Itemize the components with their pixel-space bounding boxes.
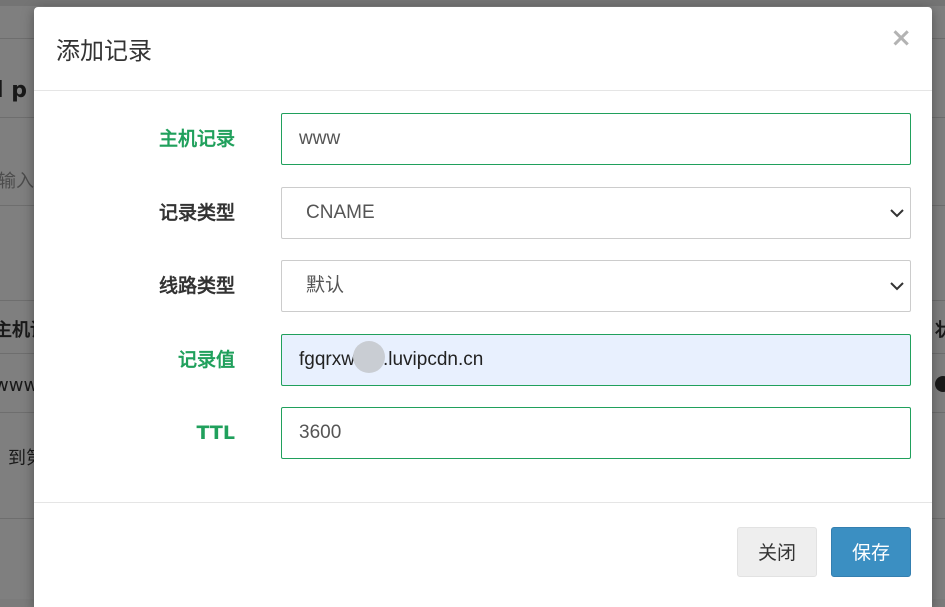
chevron-down-icon (890, 209, 904, 218)
line-type-value: 默认 (306, 275, 345, 296)
modal-footer-divider (34, 502, 932, 503)
host-record-row: 主机记录 www (34, 113, 932, 165)
record-type-row: 记录类型 CNAME (34, 187, 932, 239)
record-value-suffix: .luvipcdn.cn (382, 349, 484, 370)
record-value-row: 记录值 fgqrxw .luvipcdn.cn (34, 334, 932, 386)
close-button[interactable]: 关闭 (737, 527, 817, 577)
ttl-label: TTL (196, 422, 235, 444)
host-record-input[interactable]: www (281, 113, 911, 165)
ttl-row: TTL 3600 (34, 407, 932, 459)
host-record-label: 主机记录 (158, 128, 235, 150)
add-record-modal: 添加记录 × 主机记录 www 记录类型 CNAME 线路类型 默认 记录值 f… (34, 7, 932, 607)
record-type-label: 记录类型 (158, 202, 235, 224)
modal-title: 添加记录 (56, 37, 152, 65)
line-type-row: 线路类型 默认 (34, 260, 932, 312)
close-icon[interactable]: × (890, 25, 912, 51)
redaction-blur (352, 340, 385, 373)
save-button[interactable]: 保存 (831, 527, 911, 577)
chevron-down-icon (890, 282, 904, 291)
modal-header: 添加记录 × (34, 7, 932, 91)
record-type-select[interactable]: CNAME (281, 187, 911, 239)
line-type-select[interactable]: 默认 (281, 260, 911, 312)
record-value-input[interactable]: fgqrxw .luvipcdn.cn (281, 334, 911, 386)
record-value-prefix: fgqrxw (299, 349, 355, 370)
record-type-value: CNAME (306, 202, 375, 223)
line-type-label: 线路类型 (158, 275, 235, 297)
record-value-label: 记录值 (177, 349, 235, 371)
ttl-input[interactable]: 3600 (281, 407, 911, 459)
